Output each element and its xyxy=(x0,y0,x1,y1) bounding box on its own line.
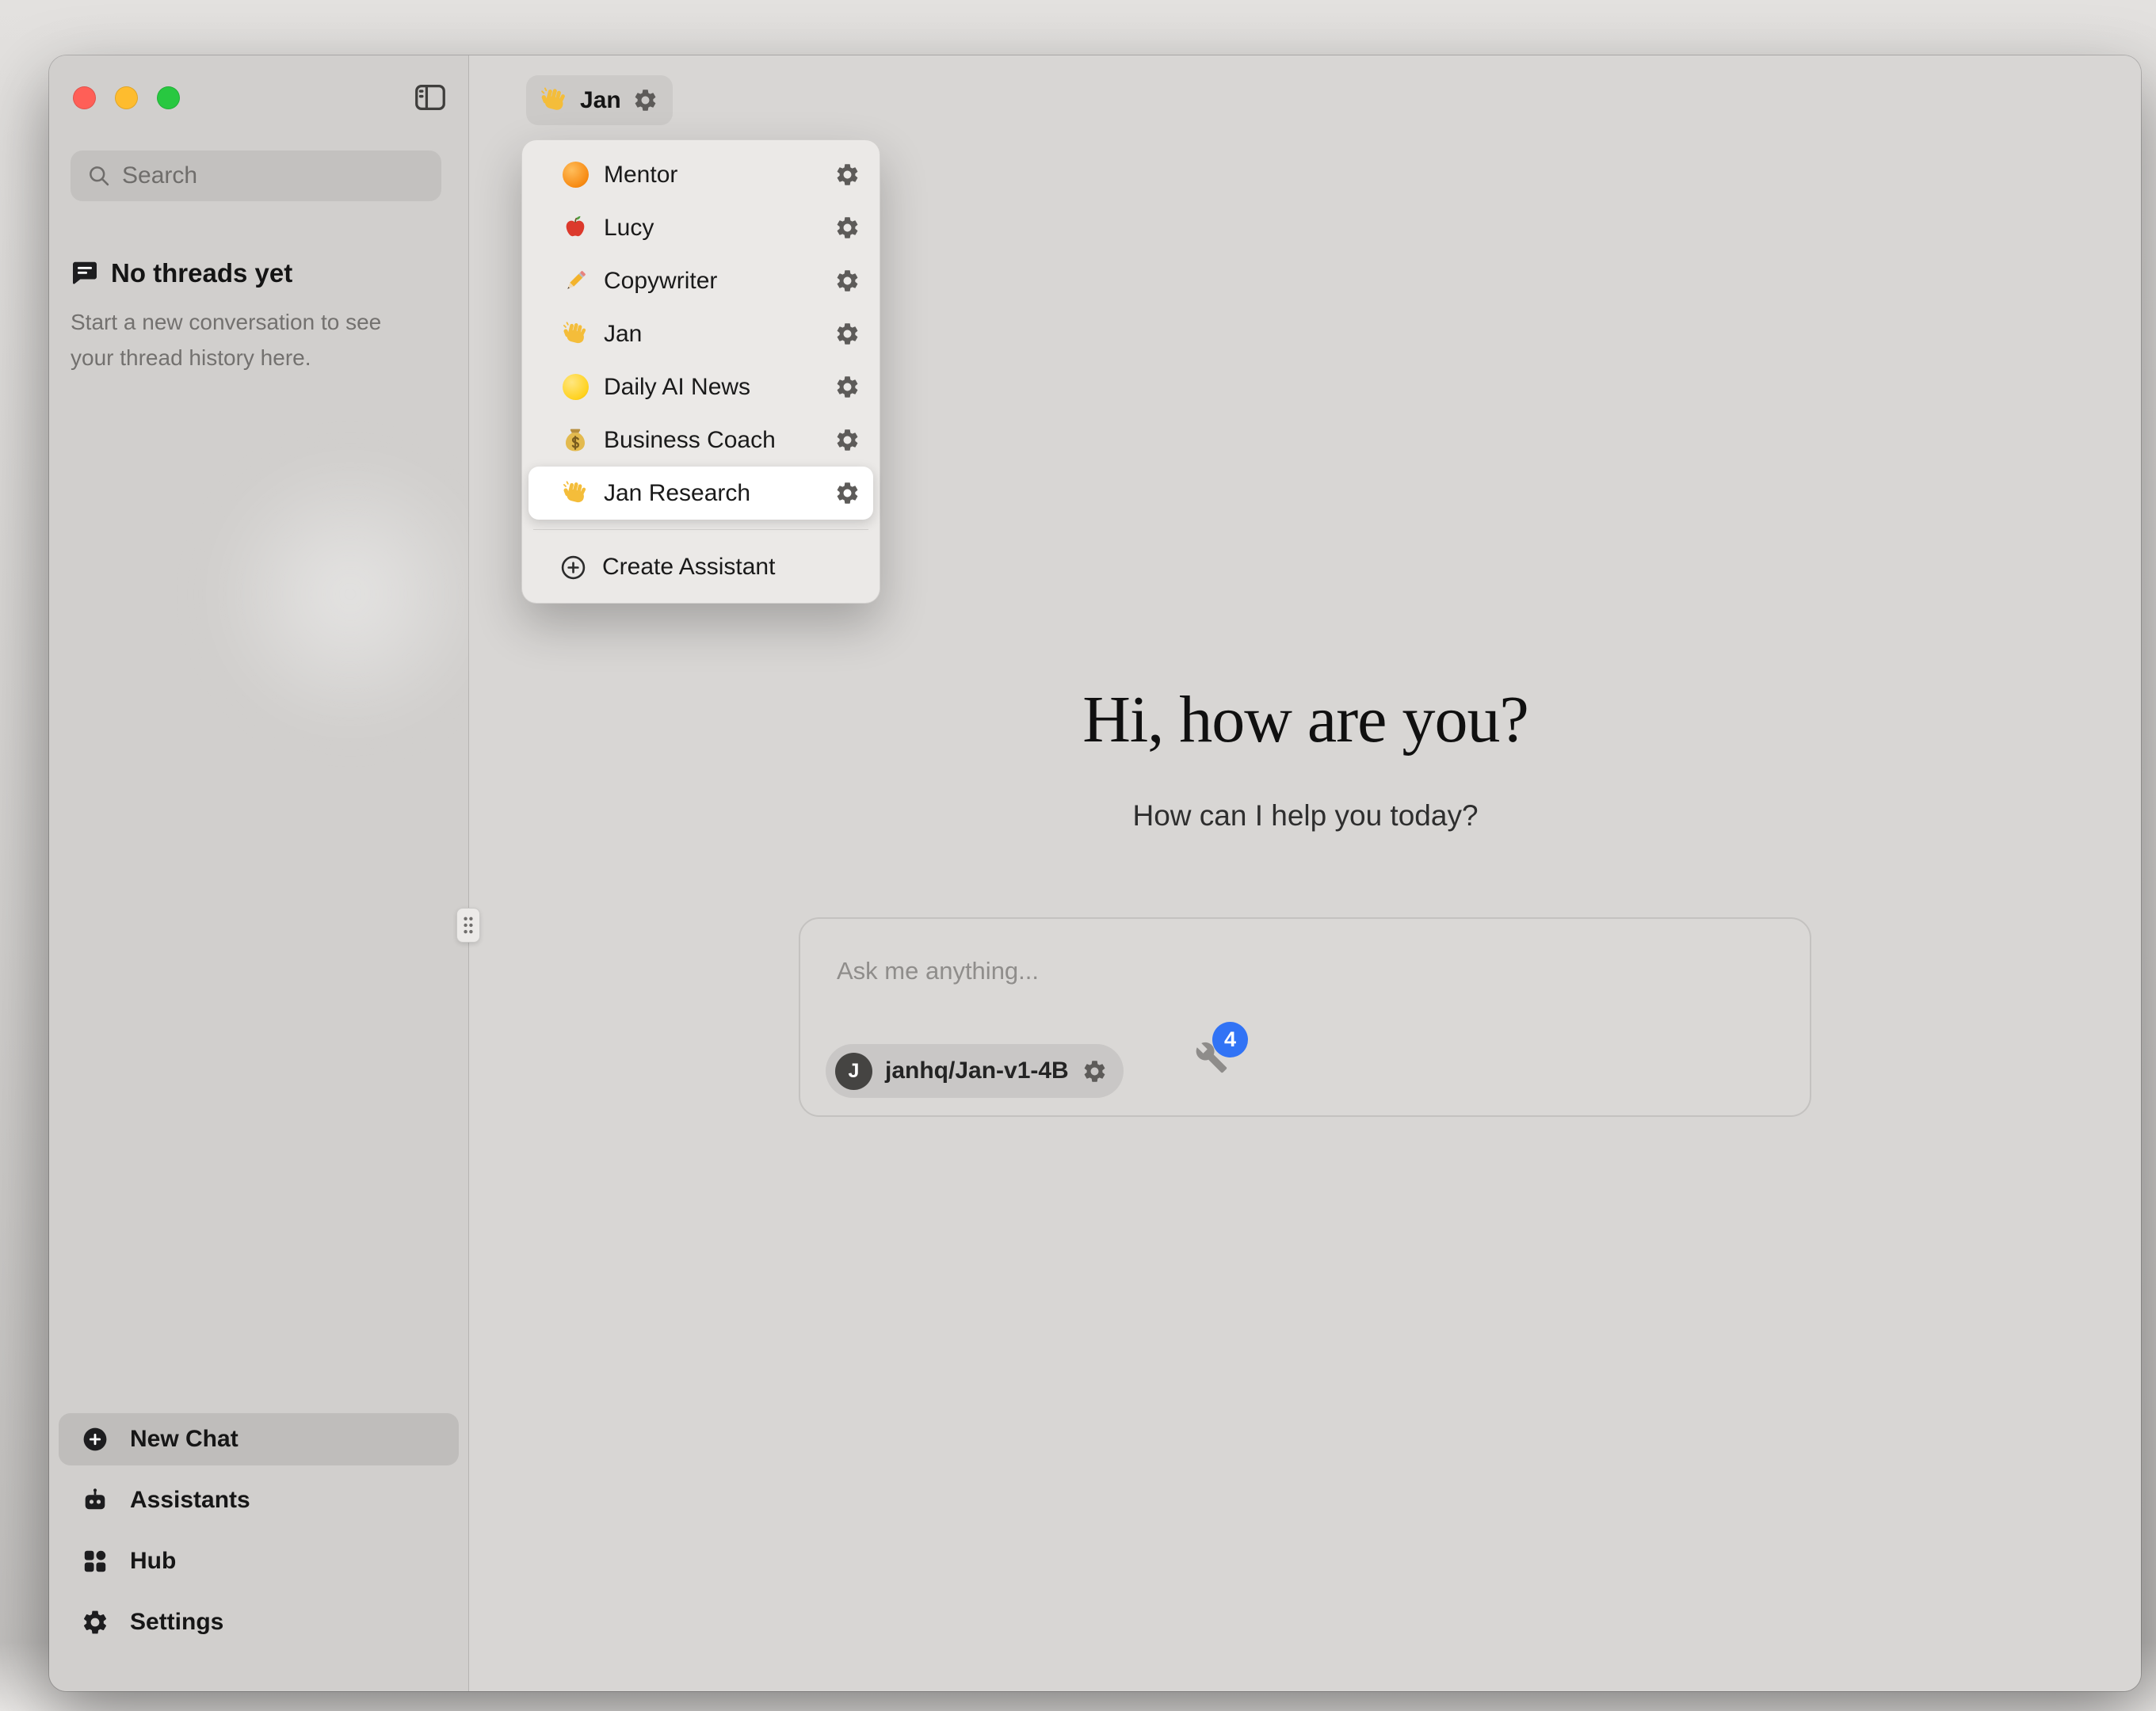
tools-button[interactable]: 4 xyxy=(1195,1028,1250,1084)
hub-icon xyxy=(81,1547,109,1576)
minimize-button[interactable] xyxy=(115,86,138,109)
greeting-title: Hi, how are you? xyxy=(470,681,2141,758)
model-settings-icon[interactable] xyxy=(1082,1058,1108,1084)
sidebar-item-label: Settings xyxy=(130,1609,223,1636)
sidebar-item-label: Hub xyxy=(130,1548,176,1575)
orange-circle-icon xyxy=(560,160,590,190)
menu-divider xyxy=(533,529,868,530)
app-window: Search No threads yet Start a new conver… xyxy=(49,55,2141,1691)
sidebar-item-assistants[interactable]: Assistants xyxy=(59,1474,459,1526)
close-button[interactable] xyxy=(73,86,96,109)
create-assistant-button[interactable]: Create Assistant xyxy=(529,539,873,595)
empty-state-title: No threads yet xyxy=(111,258,292,288)
sidebar-item-label: New Chat xyxy=(130,1426,238,1453)
traffic-lights xyxy=(73,86,180,109)
sidebar-resize-handle[interactable] xyxy=(456,908,480,943)
assistants-icon xyxy=(81,1486,109,1515)
assistant-menu-item-business-coach[interactable]: Business Coach xyxy=(529,413,873,467)
waving-hand-icon xyxy=(560,319,590,349)
sidebar-item-settings[interactable]: Settings xyxy=(59,1596,459,1648)
waving-hand-icon xyxy=(560,478,590,509)
empty-state-description: Start a new conversation to see your thr… xyxy=(71,304,419,375)
yellow-circle-icon xyxy=(560,372,590,402)
assistant-selector[interactable]: Jan xyxy=(526,75,673,125)
assistant-menu-item-daily-ai-news[interactable]: Daily AI News xyxy=(529,360,873,413)
greeting-subtitle: How can I help you today? xyxy=(470,799,2141,833)
settings-gear-icon xyxy=(81,1608,109,1637)
assistant-selector-label: Jan xyxy=(580,87,621,114)
gear-icon[interactable] xyxy=(834,427,860,453)
assistant-menu-item-mentor[interactable]: Mentor xyxy=(529,148,873,201)
tools-count-badge: 4 xyxy=(1212,1022,1248,1057)
gear-icon[interactable] xyxy=(834,268,860,294)
search-placeholder: Search xyxy=(122,162,197,189)
assistant-menu-item-jan-research[interactable]: Jan Research xyxy=(529,467,873,520)
chat-bubble-icon xyxy=(71,259,99,288)
model-name: janhq/Jan-v1-4B xyxy=(885,1057,1069,1084)
sidebar-item-hub[interactable]: Hub xyxy=(59,1535,459,1587)
apple-icon xyxy=(560,213,590,243)
composer-placeholder: Ask me anything... xyxy=(837,957,1039,985)
assistant-settings-icon[interactable] xyxy=(632,87,658,113)
waving-hand-icon xyxy=(539,86,569,116)
sidebar-item-new-chat[interactable]: New Chat xyxy=(59,1413,459,1465)
main-area: Jan Mentor Lucy Copywriter Jan xyxy=(470,55,2141,1691)
sidebar-glow xyxy=(208,452,493,737)
gear-icon[interactable] xyxy=(834,480,860,506)
search-input[interactable]: Search xyxy=(71,151,441,201)
assistant-menu-item-jan[interactable]: Jan xyxy=(529,307,873,360)
zoom-button[interactable] xyxy=(157,86,180,109)
sidebar-item-label: Assistants xyxy=(130,1487,250,1514)
empty-state: No threads yet Start a new conversation … xyxy=(71,258,435,375)
gear-icon[interactable] xyxy=(834,162,860,188)
assistant-menu-item-lucy[interactable]: Lucy xyxy=(529,201,873,254)
sidebar-toggle-icon[interactable] xyxy=(412,79,448,116)
model-selector[interactable]: J janhq/Jan-v1-4B xyxy=(826,1044,1124,1098)
model-avatar: J xyxy=(835,1053,872,1090)
search-icon xyxy=(86,163,112,189)
gear-icon[interactable] xyxy=(834,374,860,400)
new-chat-icon xyxy=(81,1425,109,1454)
money-bag-icon xyxy=(560,425,590,455)
sidebar: Search No threads yet Start a new conver… xyxy=(49,55,469,1691)
plus-circle-icon xyxy=(559,553,588,582)
greeting: Hi, how are you? How can I help you toda… xyxy=(470,681,2141,833)
gear-icon[interactable] xyxy=(834,215,860,241)
chat-composer[interactable]: Ask me anything... J janhq/Jan-v1-4B 4 xyxy=(799,917,1811,1117)
grip-dots-icon xyxy=(460,913,477,937)
assistant-menu: Mentor Lucy Copywriter Jan Daily AI News xyxy=(521,139,880,604)
assistant-menu-item-copywriter[interactable]: Copywriter xyxy=(529,254,873,307)
sidebar-nav: New Chat Assistants Hub Settings xyxy=(59,1413,459,1648)
gear-icon[interactable] xyxy=(834,321,860,347)
pencil-icon xyxy=(560,266,590,296)
